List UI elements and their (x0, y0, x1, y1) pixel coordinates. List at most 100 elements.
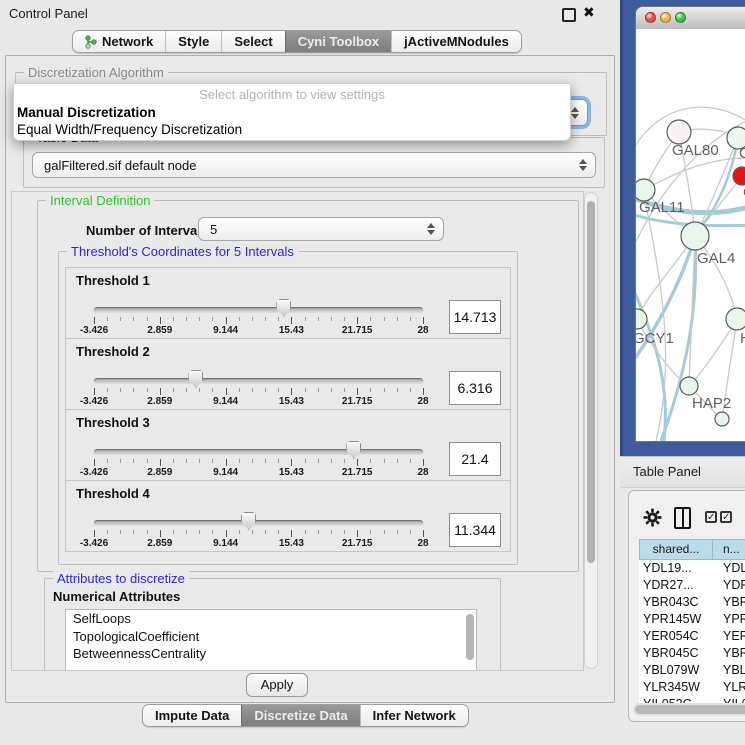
attribute-list-item[interactable]: SelfLoops (66, 610, 476, 628)
tab-select[interactable]: Select (221, 31, 284, 52)
tick-label: 28 (417, 467, 428, 478)
tick-mark (239, 317, 240, 321)
threshold-value-field[interactable]: 11.344 (449, 513, 501, 547)
attribute-list-item[interactable]: BetweennessCentrality (66, 645, 476, 663)
scrollbar-thumb[interactable] (466, 614, 474, 660)
zoom-traffic-light[interactable] (675, 12, 686, 23)
tick-label: 15.43 (279, 396, 304, 407)
tick-mark (120, 317, 121, 321)
table-row[interactable]: YBR045CYBR0 (639, 645, 745, 662)
dropdown-option-manual-discretization[interactable]: Manual Discretization (17, 105, 156, 120)
combo-arrows-icon (571, 107, 578, 119)
network-node-h[interactable] (726, 308, 745, 330)
network-node-c[interactable] (733, 167, 745, 185)
threshold-value-field[interactable]: 14.713 (449, 300, 501, 334)
threshold-slider-thumb[interactable] (241, 512, 256, 530)
cell-shared-name: YLR345W (639, 679, 713, 696)
tab-discretize-data[interactable]: Discretize Data (241, 705, 359, 726)
tab-network[interactable]: Network (73, 31, 165, 52)
float-window-icon[interactable] (562, 8, 576, 22)
tick-mark (410, 459, 411, 463)
control-panel-titlebar: Control Panel ✖ (0, 0, 620, 26)
scrollbar-thumb[interactable] (587, 201, 595, 563)
table-row[interactable]: YBL079WYBL0 (639, 662, 745, 679)
threshold-value-field[interactable]: 6.316 (449, 371, 501, 405)
column-header-name[interactable]: n... (713, 539, 745, 560)
tick-mark (133, 459, 134, 463)
threshold-slider-track[interactable] (94, 449, 423, 455)
tick-label: 21.715 (342, 538, 373, 549)
list-scrollbar[interactable] (465, 612, 475, 666)
threshold-slider-track[interactable] (94, 378, 423, 384)
settings-gear-icon[interactable] (643, 508, 662, 527)
network-node-gcy1[interactable] (636, 309, 647, 329)
cell-shared-name: YBR045C (639, 645, 713, 662)
tick-label: 28 (417, 325, 428, 336)
split-columns-icon[interactable] (674, 507, 691, 529)
tick-mark (344, 459, 345, 463)
cell-name: YDR2 (713, 577, 745, 594)
tab-label: Network (102, 34, 153, 49)
tick-mark (384, 459, 385, 463)
table-row[interactable]: YER054CYER0 (639, 628, 745, 645)
column-header-shared-name[interactable]: shared... (639, 539, 713, 560)
threshold-slider-thumb[interactable] (276, 299, 291, 317)
network-node-gal80[interactable] (667, 120, 691, 144)
tick-mark (370, 317, 371, 321)
network-window-titlebar[interactable] (636, 7, 745, 30)
cell-shared-name: YDL19... (639, 560, 713, 577)
tick-label: 2.859 (147, 467, 172, 478)
column-checkbox-icon[interactable]: ✓ (705, 511, 717, 523)
tab-impute-data[interactable]: Impute Data (143, 705, 241, 726)
tick-label: 15.43 (279, 538, 304, 549)
tick-label: -3.426 (80, 467, 108, 478)
scrollbar-thumb[interactable] (635, 705, 745, 714)
threshold-slider-track[interactable] (94, 307, 423, 313)
panel-title: Control Panel (9, 6, 88, 21)
tick-label: 15.43 (279, 325, 304, 336)
table-row[interactable]: YLR345WYLR3 (639, 679, 745, 696)
apply-button[interactable]: Apply (246, 673, 308, 697)
network-edge[interactable] (645, 201, 666, 441)
tab-infer-network[interactable]: Infer Network (360, 705, 468, 726)
number-of-intervals-combobox[interactable]: 5 (198, 217, 444, 241)
tick-mark (239, 459, 240, 463)
tab-jactivemnodules[interactable]: jActiveMNodules (391, 31, 521, 52)
column-checkbox-icon[interactable]: ✓ (720, 511, 732, 523)
tick-mark (291, 530, 292, 537)
tab-style[interactable]: Style (165, 31, 221, 52)
network-canvas[interactable]: GAL80GACGAL11GAL4GCY1HHAP2 (636, 29, 745, 441)
tab-label: Style (178, 34, 209, 49)
minimize-traffic-light[interactable] (660, 12, 671, 23)
dropdown-option-equal-width-frequency[interactable]: Equal Width/Frequency Discretization (17, 122, 242, 137)
tab-cyni-toolbox[interactable]: Cyni Toolbox (285, 31, 391, 52)
table-row[interactable]: YDL19...YDL1 (639, 560, 745, 577)
tick-mark (160, 459, 161, 466)
table-row[interactable]: YPR145WYPR1 (639, 611, 745, 628)
table-row[interactable]: YDR27...YDR2 (639, 577, 745, 594)
threshold-value-field[interactable]: 21.4 (449, 442, 501, 476)
threshold-slider-thumb[interactable] (346, 441, 361, 459)
table-data-combobox[interactable]: galFiltered.sif default node (32, 152, 596, 178)
tick-mark (133, 530, 134, 534)
tick-mark (331, 459, 332, 463)
slider-tick-labels: -3.4262.8599.14415.4321.71528 (94, 538, 423, 550)
table-horizontal-scrollbar[interactable] (633, 703, 745, 716)
node-label: GAL80 (672, 142, 719, 159)
application-root: Control Panel ✖ Network Style Select Cyn… (0, 0, 745, 745)
network-node-gal11[interactable] (636, 179, 655, 201)
close-traffic-light[interactable] (645, 12, 656, 23)
group-title: Discretization Algorithm (24, 65, 168, 80)
close-icon[interactable]: ✖ (583, 4, 595, 21)
table-row[interactable]: YBR043CYBR0 (639, 594, 745, 611)
threshold-slider-thumb[interactable] (188, 370, 203, 388)
threshold-slider-track[interactable] (94, 520, 423, 526)
tick-mark (318, 317, 319, 321)
settings-vertical-scrollbar[interactable] (584, 192, 598, 669)
attribute-list-item[interactable]: TopologicalCoefficient (66, 628, 476, 646)
network-node-gal4[interactable] (681, 222, 709, 250)
cell-shared-name: YBL079W (639, 662, 713, 679)
network-node-hap2[interactable] (680, 377, 698, 395)
network-node[interactable] (715, 412, 729, 426)
tick-label: 2.859 (147, 396, 172, 407)
